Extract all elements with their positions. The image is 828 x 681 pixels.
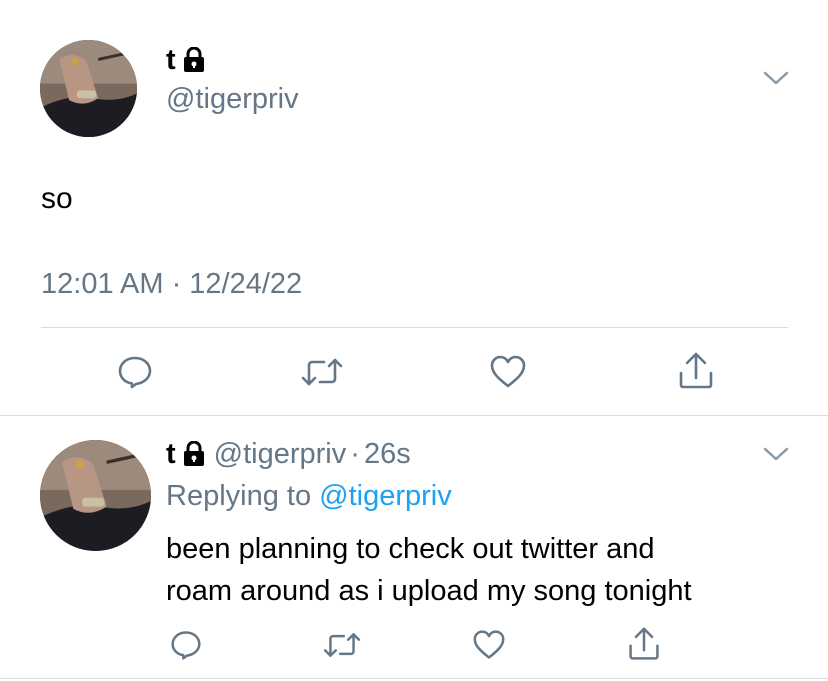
main-avatar[interactable] — [40, 40, 137, 137]
reply-avatar[interactable] — [40, 440, 151, 551]
retweet-button[interactable] — [318, 625, 366, 665]
share-icon — [629, 627, 659, 660]
replying-to: Replying to @tigerpriv — [166, 478, 452, 514]
like-button[interactable] — [468, 625, 510, 665]
lock-icon — [182, 441, 206, 467]
divider — [0, 678, 828, 679]
like-button[interactable] — [485, 350, 531, 394]
share-button[interactable] — [623, 623, 665, 665]
lock-icon — [182, 47, 206, 73]
main-display-name[interactable]: t — [166, 44, 206, 76]
heart-icon — [473, 630, 505, 659]
reply-display-name-text: t — [166, 438, 176, 470]
replying-to-label: Replying to — [166, 480, 312, 512]
reply-tweet-text-line: been planning to check out twitter and — [166, 533, 655, 565]
reply-icon — [171, 631, 201, 660]
separator-dot: · — [350, 438, 360, 470]
heart-icon — [490, 355, 526, 388]
main-display-name-text: t — [166, 44, 176, 76]
share-button[interactable] — [673, 348, 719, 394]
main-tweet-text: so — [41, 182, 73, 215]
reply-display-name[interactable]: t — [166, 436, 206, 472]
replying-to-handle-link[interactable]: @tigerpriv — [319, 480, 452, 512]
reply-button[interactable] — [112, 350, 158, 394]
main-handle[interactable]: @tigerpriv — [166, 82, 299, 116]
retweet-button[interactable] — [296, 350, 348, 394]
reply-icon — [118, 356, 152, 389]
retweet-icon — [323, 633, 361, 657]
reply-button[interactable] — [165, 625, 207, 665]
reply-header: t @tigerpriv · 26s — [166, 436, 411, 472]
reply-tweet-text-line: roam around as i upload my song tonight — [166, 575, 692, 607]
main-tweet-timestamp[interactable]: 12:01 AM · 12/24/22 — [41, 266, 302, 302]
reply-timestamp[interactable]: 26s — [364, 436, 411, 472]
chevron-down-icon[interactable] — [762, 70, 790, 86]
divider — [0, 415, 828, 416]
chevron-down-icon[interactable] — [762, 446, 790, 462]
share-icon — [679, 352, 713, 389]
divider — [41, 327, 788, 328]
reply-tweet-text: been planning to check out twitter and r… — [166, 528, 806, 612]
retweet-icon — [301, 358, 343, 386]
reply-handle[interactable]: @tigerpriv — [214, 436, 347, 472]
